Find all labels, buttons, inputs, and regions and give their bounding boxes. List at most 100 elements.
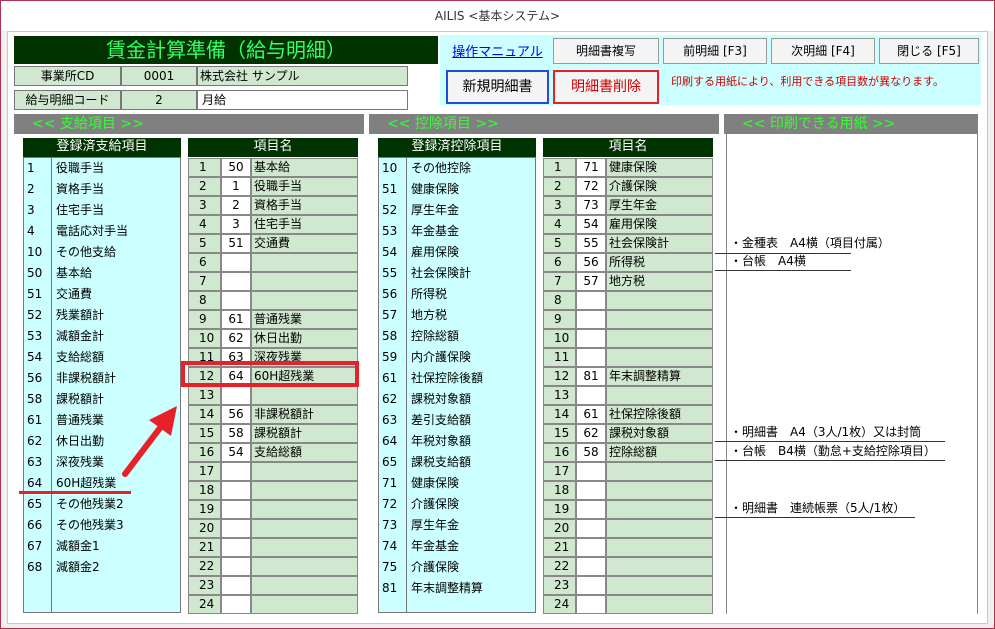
registered-item-name[interactable]: 非課税額計 [56, 369, 116, 388]
registered-item-name[interactable]: 介護保険 [411, 495, 459, 514]
grid-item-code-input[interactable]: 1 [221, 177, 251, 196]
registered-item-name[interactable]: 健康保険 [411, 180, 459, 199]
manual-link[interactable]: 操作マニュアル [446, 42, 549, 64]
registered-item-name[interactable]: 深夜残業 [56, 453, 104, 472]
grid-item-code-input[interactable] [576, 329, 606, 348]
grid-item-code-input[interactable] [576, 348, 606, 367]
printable-note-2: ・台帳 A4横 [730, 254, 806, 268]
registered-item-name[interactable]: 厚生年金 [411, 201, 459, 220]
grid-item-code-input[interactable] [576, 557, 606, 576]
grid-item-code-input[interactable] [576, 310, 606, 329]
registered-item-name[interactable]: 支給総額 [56, 348, 104, 367]
registered-item-name[interactable]: 所得税 [411, 285, 447, 304]
registered-item-name[interactable]: 健康保険 [411, 474, 459, 493]
grid-item-code-input[interactable] [221, 481, 251, 500]
registered-item-name[interactable]: その他控除 [411, 159, 471, 178]
grid-item-code-input[interactable] [221, 595, 251, 614]
registered-item-name[interactable]: 減額金1 [56, 537, 100, 556]
registered-item-name[interactable]: 基本給 [56, 264, 92, 283]
grid-item-code-input[interactable] [221, 519, 251, 538]
registered-item-name[interactable]: 残業額計 [56, 306, 104, 325]
grid-item-code-input[interactable] [576, 462, 606, 481]
payment-registered-list[interactable]: 1 役職手当 2 資格手当 3 住宅手当 4 電話応対手当 10 その他支給 50 基本給 51 交通費 5… [23, 157, 181, 613]
registered-item-name[interactable]: 地方税 [411, 306, 447, 325]
registered-item-name[interactable]: 交通費 [56, 285, 92, 304]
registered-item-name[interactable]: 年金基金 [411, 222, 459, 241]
grid-item-code-input[interactable] [576, 576, 606, 595]
registered-item-name[interactable]: 厚生年金 [411, 516, 459, 535]
grid-item-code-input[interactable]: 72 [576, 177, 606, 196]
registered-item-name[interactable]: 内介護保険 [411, 348, 471, 367]
grid-item-code-input[interactable]: 58 [576, 443, 606, 462]
grid-item-code-input[interactable] [576, 386, 606, 405]
grid-item-code-input[interactable]: 58 [221, 424, 251, 443]
copy-slip-button[interactable]: 明細書複写 [553, 38, 659, 64]
registered-item-name[interactable]: 課税対象額 [411, 390, 471, 409]
registered-item-name[interactable]: 介護保険 [411, 558, 459, 577]
grid-item-code-input[interactable] [221, 538, 251, 557]
close-button[interactable]: 閉じる [F5] [879, 38, 979, 64]
registered-item-name[interactable]: その他残業2 [56, 495, 124, 514]
office-code-field[interactable]: 0001 [121, 66, 197, 86]
grid-item-code-input[interactable] [221, 557, 251, 576]
registered-item-name[interactable]: その他残業3 [56, 516, 124, 535]
grid-item-code-input[interactable]: 62 [221, 329, 251, 348]
registered-item-name[interactable]: 年金基金 [411, 537, 459, 556]
slip-code-field[interactable]: 2 [121, 90, 197, 110]
registered-item-name[interactable]: 減額金2 [56, 558, 100, 577]
grid-item-code-input[interactable] [576, 519, 606, 538]
registered-item-name[interactable]: 社会保険計 [411, 264, 471, 283]
grid-item-code-input[interactable] [221, 462, 251, 481]
grid-item-code-input[interactable] [576, 500, 606, 519]
grid-item-code-input[interactable]: 71 [576, 158, 606, 177]
grid-item-code-input[interactable]: 3 [221, 215, 251, 234]
grid-item-code-input[interactable]: 57 [576, 272, 606, 291]
registered-item-name[interactable]: 雇用保険 [411, 243, 459, 262]
grid-item-name: 交通費 [251, 234, 358, 253]
registered-item-name[interactable]: 年税対象額 [411, 432, 471, 451]
grid-item-code-input[interactable]: 54 [221, 443, 251, 462]
prev-slip-button[interactable]: 前明細 [F3] [663, 38, 767, 64]
grid-item-code-input[interactable]: 50 [221, 158, 251, 177]
registered-item-name[interactable]: 普通残業 [56, 411, 104, 430]
grid-item-code-input[interactable] [221, 576, 251, 595]
grid-item-code-input[interactable] [221, 500, 251, 519]
grid-item-code-input[interactable]: 61 [221, 310, 251, 329]
registered-item-name[interactable]: 電話応対手当 [56, 222, 128, 241]
grid-item-code-input[interactable]: 51 [221, 234, 251, 253]
registered-item-name[interactable]: 役職手当 [56, 159, 104, 178]
delete-slip-button[interactable]: 明細書削除 [553, 70, 659, 104]
grid-item-code-input[interactable]: 55 [576, 234, 606, 253]
registered-item-name[interactable]: 住宅手当 [56, 201, 104, 220]
registered-item-name[interactable]: 課税支給額 [411, 453, 471, 472]
grid-row: 18 [188, 481, 358, 500]
grid-item-code-input[interactable]: 81 [576, 367, 606, 386]
grid-item-code-input[interactable] [221, 386, 251, 405]
registered-item-name[interactable]: 控除総額 [411, 327, 459, 346]
grid-item-code-input[interactable]: 62 [576, 424, 606, 443]
registered-item-name[interactable]: 休日出勤 [56, 432, 104, 451]
registered-item-name[interactable]: 資格手当 [56, 180, 104, 199]
deduction-registered-list[interactable]: 10 その他控除 51 健康保険 52 厚生年金 53 年金基金 54 雇用保険 55 社会保険計 56… [378, 157, 536, 613]
grid-item-code-input[interactable] [576, 291, 606, 310]
grid-item-code-input[interactable] [576, 538, 606, 557]
next-slip-button[interactable]: 次明細 [F4] [771, 38, 875, 64]
new-slip-button[interactable]: 新規明細書 [446, 70, 549, 104]
grid-item-code-input[interactable] [221, 272, 251, 291]
grid-item-code-input[interactable]: 54 [576, 215, 606, 234]
grid-item-code-input[interactable]: 56 [221, 405, 251, 424]
grid-item-code-input[interactable]: 2 [221, 196, 251, 215]
grid-item-code-input[interactable]: 73 [576, 196, 606, 215]
grid-item-code-input[interactable] [576, 595, 606, 614]
grid-item-code-input[interactable]: 56 [576, 253, 606, 272]
registered-item-name[interactable]: 課税額計 [56, 390, 104, 409]
registered-item-name[interactable]: 差引支給額 [411, 411, 471, 430]
grid-item-code-input[interactable] [221, 291, 251, 310]
registered-item-name[interactable]: 年末調整精算 [411, 579, 483, 598]
grid-item-code-input[interactable] [576, 481, 606, 500]
grid-item-code-input[interactable]: 61 [576, 405, 606, 424]
registered-item-name[interactable]: その他支給 [56, 243, 116, 262]
registered-item-name[interactable]: 社保控除後額 [411, 369, 483, 388]
grid-item-code-input[interactable] [221, 253, 251, 272]
registered-item-name[interactable]: 減額金計 [56, 327, 104, 346]
